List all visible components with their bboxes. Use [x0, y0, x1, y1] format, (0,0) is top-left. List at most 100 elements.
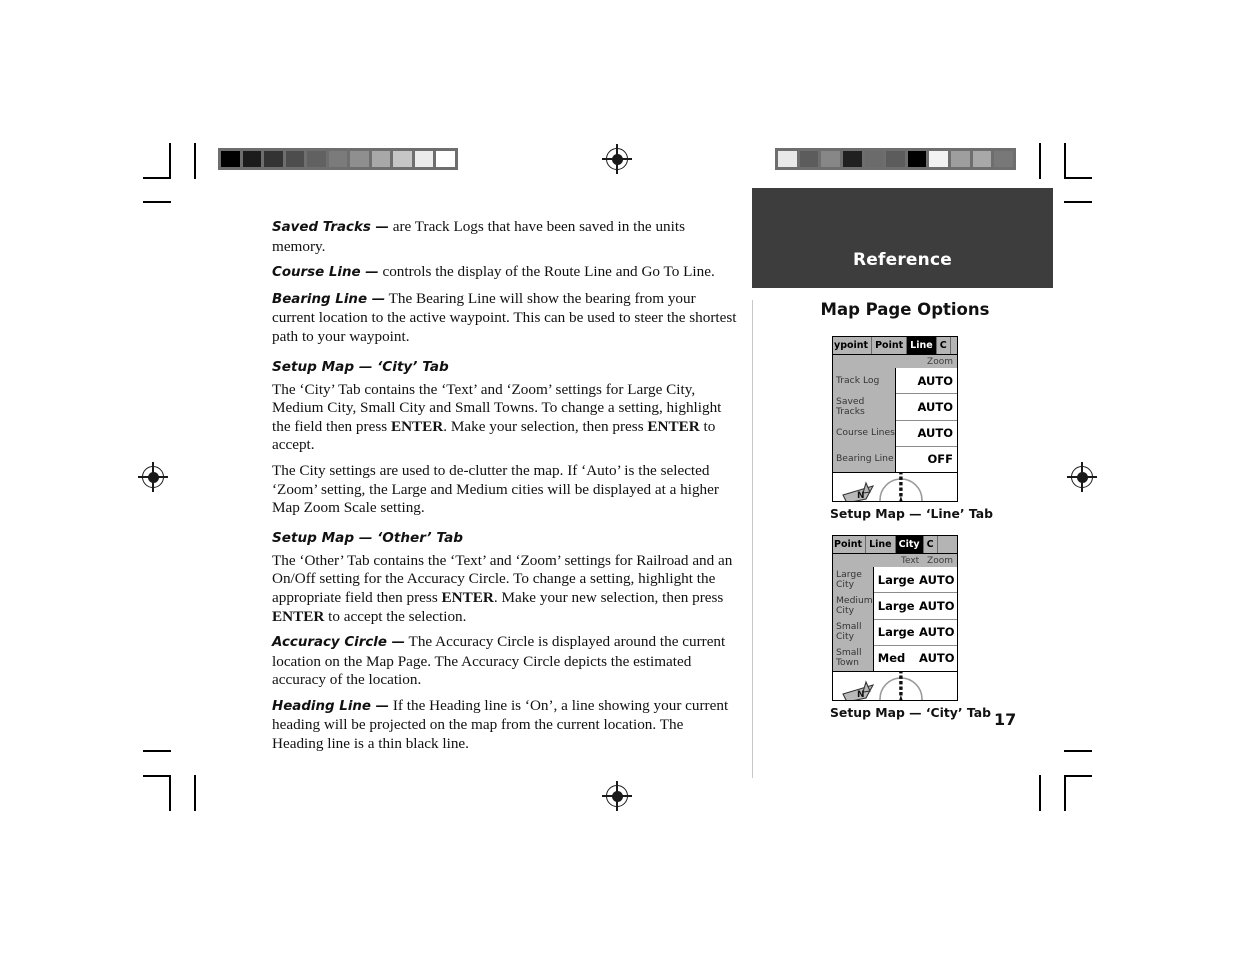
grayscale-wedge-patch	[328, 151, 348, 167]
tab-c[interactable]: C	[923, 536, 938, 553]
tab-point[interactable]: Point	[872, 337, 908, 354]
grayscale-wedge-patch	[414, 151, 434, 167]
setting-zoom-value[interactable]: AUTO	[917, 374, 953, 388]
map-preview-icon: N 200f no map	[842, 672, 923, 701]
map-scale-icon: 200f	[841, 501, 877, 502]
crop-mark-br-corner-h	[1064, 775, 1092, 777]
setting-label: Course Lines	[836, 427, 895, 438]
tab-label: ypoint	[834, 339, 869, 351]
body-text-column: Saved Tracks — are Track Logs that have …	[272, 218, 738, 761]
grayscale-wedge-patch	[778, 151, 797, 167]
paragraph-other-tab-instructions: The ‘Other’ Tab contains the ‘Text’ and …	[272, 552, 738, 626]
grayscale-wedge-patch	[371, 151, 391, 167]
term-saved-tracks: Saved Tracks —	[272, 220, 389, 235]
other-instructions-part-2: . Make your new selection, then press	[493, 588, 724, 606]
grayscale-wedge-patch	[799, 151, 819, 167]
tab-c[interactable]: C	[936, 337, 951, 354]
registration-target-center-icon	[611, 790, 623, 802]
setting-value-row[interactable]: Large AUTO	[873, 567, 957, 594]
setting-value-row[interactable]: AUTO	[896, 421, 957, 447]
grayscale-wedge-patch	[821, 151, 840, 167]
svg-text:200f: 200f	[846, 700, 871, 701]
subheading-setup-map-other: Setup Map — ‘Other’ Tab	[272, 529, 463, 546]
term-accuracy-circle: Accuracy Circle —	[272, 635, 406, 651]
tab-label: Line	[869, 538, 892, 550]
setting-value-row[interactable]: Large AUTO	[873, 620, 957, 646]
setting-zoom-value[interactable]: AUTO	[915, 651, 955, 665]
setting-zoom-value[interactable]: OFF	[928, 452, 954, 466]
settings-grid: Track Log Saved Tracks Course Lines Bearing…	[833, 368, 957, 473]
setting-text-value[interactable]: Large	[878, 599, 915, 613]
paragraph-saved-tracks: Saved Tracks — are Track Logs that have …	[272, 218, 738, 256]
crop-mark-tl-v	[194, 143, 196, 179]
position-marker-icon	[899, 695, 903, 700]
grayscale-wedge-right	[775, 148, 1016, 170]
map-preview: N 200f no map	[833, 473, 957, 502]
setting-value-row[interactable]: Med AUTO	[874, 646, 957, 671]
tab-label: Point	[875, 339, 904, 351]
registration-target-center-icon	[147, 471, 159, 483]
key-enter: ENTER	[441, 588, 494, 606]
setting-value-row[interactable]: OFF	[896, 447, 957, 472]
tab-ypoint[interactable]: ypoint	[833, 337, 873, 354]
paragraph-bearing-line: Bearing Line — The Bearing Line will sho…	[272, 290, 738, 347]
column-header-row: Text Zoom	[833, 554, 957, 567]
crop-mark-br-corner-v	[1064, 775, 1066, 811]
setting-zoom-value[interactable]: AUTO	[917, 400, 953, 414]
grayscale-wedge-patch	[393, 151, 412, 167]
term-course-line: Course Line —	[272, 265, 379, 281]
settings-grid: Large City Medium City Small City Small Tow…	[833, 567, 957, 672]
settings-values-column: AUTO AUTO AUTO OFF	[895, 368, 957, 472]
heading-line-icon	[899, 473, 903, 497]
tab-city[interactable]: City	[895, 536, 924, 553]
position-marker-icon	[899, 496, 903, 501]
tab-point[interactable]: Point	[833, 536, 867, 553]
tab-line[interactable]: Line	[866, 536, 896, 553]
gps-device-screen: ypoint Point Line C Zoom Track Log Saved Track…	[832, 336, 958, 502]
tab-label: C	[939, 339, 947, 351]
other-instructions-part-3: to accept the selection.	[324, 607, 467, 625]
settings-labels-column: Large City Medium City Small City Small Tow…	[833, 567, 873, 671]
setting-text-value[interactable]: Med	[878, 651, 915, 665]
setting-zoom-value[interactable]: AUTO	[915, 625, 955, 639]
tab-line[interactable]: Line	[907, 337, 937, 354]
grayscale-wedge-patch	[436, 151, 456, 167]
term-course-line-desc: controls the display of the Route Line a…	[378, 263, 715, 281]
crop-mark-tl-corner-h	[143, 177, 171, 179]
setting-value-row[interactable]: Large AUTO	[873, 593, 957, 620]
sidebar-divider	[752, 300, 753, 778]
setting-zoom-value[interactable]: AUTO	[917, 426, 953, 440]
setting-label: Small Town	[836, 647, 862, 668]
registration-target-right	[1067, 462, 1097, 492]
setting-text-value[interactable]: Large	[878, 573, 915, 587]
page-number: 17	[994, 710, 1017, 729]
column-header-zoom: Zoom	[927, 555, 953, 566]
paragraph-accuracy-circle: Accuracy Circle — The Accuracy Circle is…	[272, 633, 738, 690]
grayscale-wedge-patch	[907, 151, 927, 167]
settings-values-column: Large AUTO Large AUTO Large AUTO Med AUTO	[872, 567, 957, 671]
registration-target-left	[138, 462, 168, 492]
paragraph-course-line: Course Line — controls the display of th…	[272, 263, 738, 283]
crop-mark-bl-v	[194, 775, 196, 811]
column-header-zoom: Zoom	[927, 356, 953, 367]
paragraph-city-tab-instructions: The ‘City’ Tab contains the ‘Text’ and ‘…	[272, 381, 738, 455]
key-enter: ENTER	[390, 417, 444, 435]
grayscale-wedge-patch	[221, 151, 240, 167]
setting-zoom-value[interactable]: AUTO	[915, 573, 955, 587]
setting-zoom-value[interactable]: AUTO	[915, 599, 955, 613]
setting-text-value[interactable]: Large	[878, 625, 915, 639]
registration-target-top	[602, 144, 632, 174]
setting-value-row[interactable]: AUTO	[896, 368, 957, 395]
grayscale-wedge-patch	[929, 151, 949, 167]
gps-device-screen: Point Line City C Text Zoom Large City Medium C…	[832, 535, 958, 701]
figure-caption: Setup Map — ‘City’ Tab	[830, 705, 991, 720]
grayscale-wedge-patch	[242, 151, 262, 167]
heading-line-icon	[899, 672, 903, 696]
registration-target-center-icon	[611, 153, 623, 165]
setting-value-row[interactable]: AUTO	[896, 394, 957, 421]
reference-banner: Reference	[752, 188, 1053, 288]
grayscale-wedge-left	[218, 148, 458, 170]
term-bearing-line: Bearing Line —	[272, 291, 386, 307]
map-preview-icon: N 200f no map	[841, 473, 923, 502]
setting-label: Saved Tracks	[836, 396, 865, 417]
